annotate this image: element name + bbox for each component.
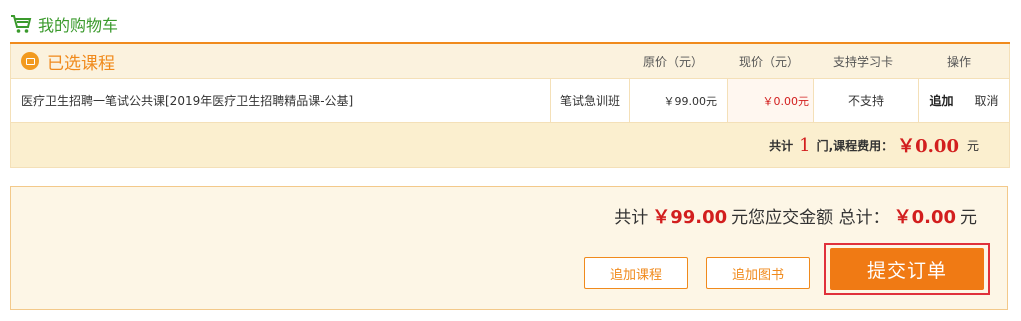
current-price: ￥0.00元 [727, 79, 813, 122]
cancel-link[interactable]: 取消 [974, 92, 998, 109]
payable-amount: ￥0.00 [893, 207, 956, 228]
summary-payable-label: 元您应交金额 总计： [731, 208, 890, 228]
column-original-price: 原价（元） [642, 54, 703, 69]
submit-order-button[interactable]: 提交订单 [830, 248, 984, 290]
add-book-button[interactable]: 追加图书 [706, 257, 810, 289]
order-summary-box: 共计 ￥99.00 元您应交金额 总计： ￥0.00 元 追加课程 追加图书 提… [10, 186, 1008, 310]
order-total-line: 共计 ￥99.00 元您应交金额 总计： ￥0.00 元 [614, 203, 977, 229]
course-fee: ￥0.00 [897, 136, 959, 157]
page-title: 我的购物车 [38, 16, 119, 35]
row-operations: 追加 取消 [918, 79, 1009, 122]
summary-unit: 元 [960, 208, 977, 228]
summary-prefix: 共计 [614, 208, 649, 228]
shopping-cart-page: 我的购物车 已选课程 原价（元） 现价（元） 支持学习卡 操作 医疗卫生招聘一笔… [0, 0, 1021, 321]
order-total: ￥99.00 [652, 207, 728, 228]
add-course-button[interactable]: 追加课程 [584, 257, 688, 289]
selected-courses-table: 已选课程 原价（元） 现价（元） 支持学习卡 操作 医疗卫生招聘一笔试公共课[2… [10, 44, 1010, 168]
table-header: 已选课程 原价（元） 现价（元） 支持学习卡 操作 [11, 44, 1009, 78]
cart-header: 我的购物车 [10, 10, 118, 38]
section-title: 已选课程 [11, 49, 625, 74]
course-name: 医疗卫生招聘一笔试公共课[2019年医疗卫生招聘精品课-公基] [21, 94, 354, 108]
add-link[interactable]: 追加 [929, 92, 953, 109]
footer-prefix: 共计 [769, 138, 794, 153]
column-operation: 操作 [946, 54, 971, 69]
column-current-price: 现价（元） [738, 54, 799, 69]
study-card-support: 不支持 [813, 79, 918, 122]
course-type: 笔试急训班 [550, 79, 629, 122]
footer-unit: 元 [966, 138, 979, 153]
table-row: 医疗卫生招聘一笔试公共课[2019年医疗卫生招聘精品课-公基] 笔试急训班 ￥9… [11, 78, 1009, 123]
table-footer-summary: 共计 1 门,课程费用： ￥0.00 元 [11, 123, 1009, 167]
section-title-label: 已选课程 [47, 53, 115, 74]
monitor-icon [21, 52, 39, 70]
footer-fee-label: 门,课程费用： [816, 138, 894, 153]
original-price: ￥99.00元 [629, 79, 727, 122]
course-count: 1 [799, 134, 811, 156]
submit-highlight-frame: 提交订单 [824, 243, 990, 295]
column-study-card: 支持学习卡 [832, 54, 893, 69]
shopping-cart-icon [10, 13, 32, 35]
